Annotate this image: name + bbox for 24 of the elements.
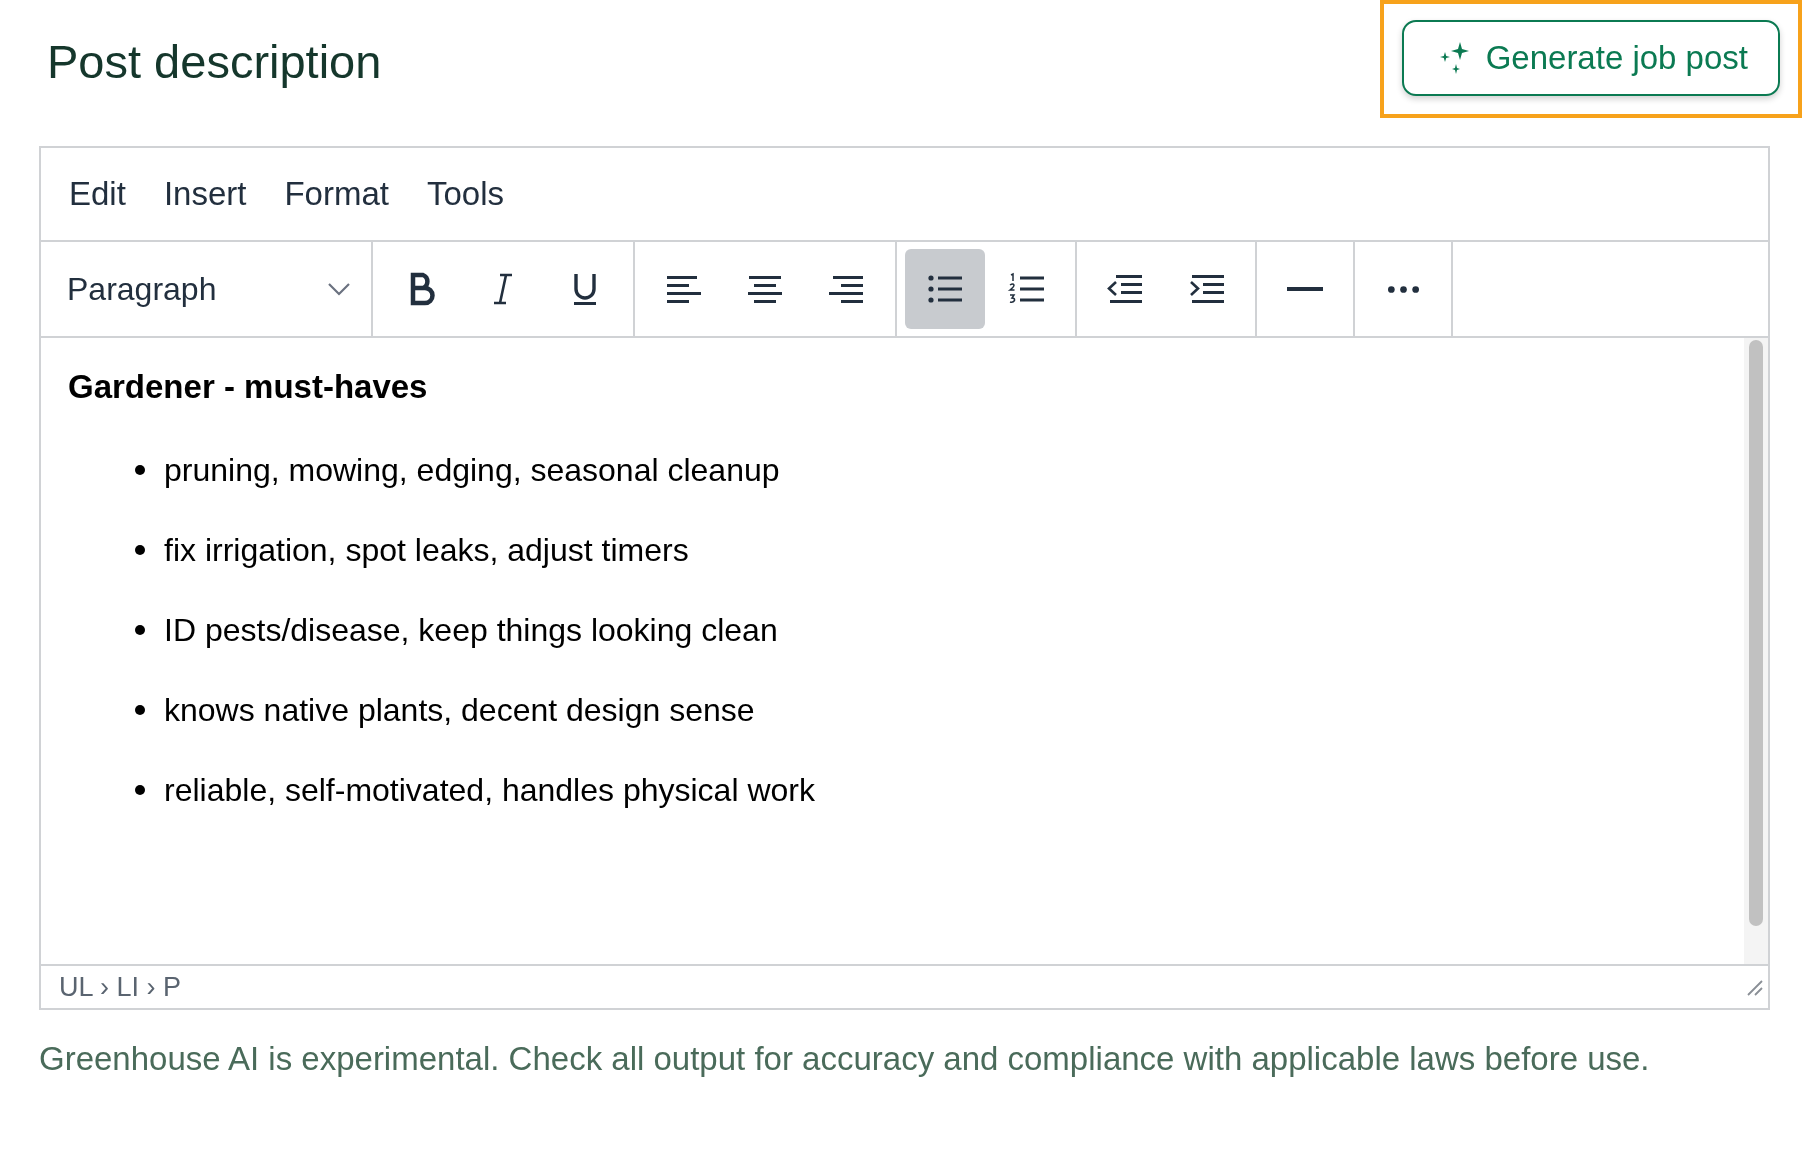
bullet-icon: [135, 705, 145, 715]
menu-item[interactable]: Edit: [59, 167, 136, 221]
bullet-icon: [135, 545, 145, 555]
list-item-text: ID pests/disease, keep things looking clean: [164, 611, 778, 649]
chevron-down-icon: [327, 282, 351, 296]
menu-item[interactable]: Format: [274, 167, 399, 221]
block-format-dropdown[interactable]: Paragraph: [51, 249, 361, 329]
element-path: UL › LI › P: [59, 971, 182, 1003]
menu-item[interactable]: Tools: [416, 167, 514, 221]
list-item-text: pruning, mowing, edging, seasonal cleanup: [164, 451, 780, 489]
list-item-text: knows native plants, decent design sense: [164, 691, 755, 729]
bullet-list-button[interactable]: [905, 249, 985, 329]
menu-item[interactable]: Insert: [153, 167, 257, 221]
generate-button[interactable]: Generate job post: [1401, 20, 1780, 96]
scrollbar-thumb[interactable]: [1749, 340, 1763, 926]
list-item-text: fix irrigation, spot leaks, adjust timers: [164, 531, 689, 569]
bullet-icon: [135, 465, 145, 475]
section-title: Post description: [47, 34, 382, 89]
bullet-icon: [135, 625, 145, 635]
bullet-icon: [135, 785, 145, 795]
disclaimer-text: Greenhouse AI is experimental. Check all output for accuracy and compliance with applicable laws before use.: [39, 1040, 1651, 1078]
content-heading: Gardener - must-haves: [68, 368, 429, 406]
more-icon: [1387, 285, 1419, 293]
list-item-text: reliable, self-motivated, handles physical work: [164, 771, 815, 809]
